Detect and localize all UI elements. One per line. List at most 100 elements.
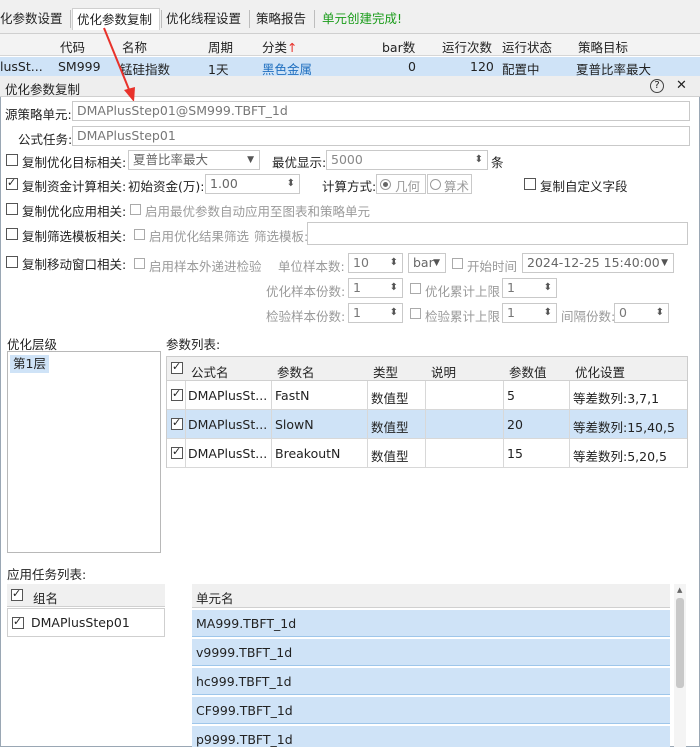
- opt-cum-checkbox[interactable]: [410, 283, 421, 294]
- apply-label: 复制优化应用相关:: [22, 204, 127, 219]
- annotation-arrow-icon: [103, 27, 135, 102]
- start-time-checkbox[interactable]: [452, 258, 463, 269]
- moving-window-label: 复制移动窗口相关:: [22, 257, 127, 272]
- table-row[interactable]: DMAPlusSt... SlowN 数值型 20 等差数列:15,40,5: [167, 410, 687, 439]
- enable-filter-label: 启用优化结果筛选: [149, 229, 250, 244]
- col-run-status[interactable]: 运行状态: [502, 37, 552, 56]
- params-grid: 公式名 参数名 类型 说明 参数值 优化设置 DMAPlusSt... Fast…: [166, 356, 688, 468]
- col-param-name[interactable]: 参数名: [277, 362, 315, 381]
- best-display-spinner[interactable]: 5000 ⬍: [326, 150, 488, 170]
- filter-checkbox[interactable]: [6, 228, 18, 243]
- col-unit-name[interactable]: 单元名: [196, 588, 234, 607]
- formula-task-field[interactable]: DMAPlusStep01: [72, 126, 690, 146]
- filter-label: 复制筛选模板相关:: [22, 229, 127, 244]
- col-run-count[interactable]: 运行次数: [442, 37, 492, 56]
- moving-window-checkbox[interactable]: [6, 256, 18, 271]
- col-value[interactable]: 参数值: [509, 362, 547, 381]
- levels-list: 第1层: [7, 351, 161, 553]
- cell-run-count: 120: [470, 59, 494, 74]
- opt-target-checkbox[interactable]: [6, 154, 18, 169]
- dialog-title: 优化参数复制: [5, 82, 81, 97]
- formula-task-label: 公式任务:: [18, 132, 73, 147]
- list-item[interactable]: CF999.TBFT_1d: [192, 697, 670, 724]
- method-arith-option[interactable]: 算术: [427, 174, 472, 194]
- start-time-label: 开始时间: [467, 259, 518, 274]
- col-category[interactable]: 分类↑: [262, 37, 298, 56]
- cell-unit: lusSt...: [0, 59, 43, 74]
- funds-checkbox[interactable]: [6, 176, 18, 193]
- unit-sample-spinner[interactable]: 10 ⬍: [348, 253, 403, 273]
- interval-label: 间隔份数:: [561, 309, 616, 324]
- best-display-label: 最优显示:: [272, 155, 327, 170]
- test-cum-checkbox[interactable]: [410, 308, 421, 319]
- opt-target-label: 复制优化目标相关:: [22, 155, 127, 170]
- tab-divider: [249, 10, 250, 28]
- col-group-name[interactable]: 组名: [33, 588, 58, 607]
- enable-filter-checkbox[interactable]: [134, 229, 145, 240]
- scrollbar-thumb[interactable]: [676, 598, 684, 688]
- opt-sample-label: 优化样本份数:: [266, 284, 346, 299]
- unit-list-scrollbar[interactable]: ▲: [674, 584, 686, 747]
- opt-sample-spinner[interactable]: 1 ⬍: [348, 278, 403, 298]
- tab-divider: [161, 10, 162, 28]
- sample-out-checkbox[interactable]: [134, 258, 145, 269]
- source-unit-field[interactable]: DMAPlusStep01@SM999.TBFT_1d: [72, 101, 690, 121]
- filter-template-label: 筛选模板:: [254, 229, 309, 244]
- list-item[interactable]: p9999.TBFT_1d: [192, 726, 670, 747]
- apply-tasks-label: 应用任务列表:: [7, 567, 87, 582]
- list-item[interactable]: MA999.TBFT_1d: [192, 610, 670, 637]
- auto-apply-label: 启用最优参数自动应用至图表和策略单元: [145, 204, 371, 219]
- source-unit-label: 源策略单元:: [5, 107, 72, 122]
- initial-funds-label: 初始资金(万):: [128, 179, 205, 194]
- tab-thread-settings[interactable]: 优化线程设置: [166, 8, 241, 30]
- col-period[interactable]: 周期: [208, 37, 233, 56]
- opt-target-dropdown[interactable]: 夏普比率最大 ▼: [128, 150, 260, 170]
- group-select-all-checkbox[interactable]: [11, 587, 23, 601]
- opt-cum-label: 优化累计上限: [425, 284, 501, 299]
- tab-divider: [314, 10, 315, 28]
- tab-param-settings[interactable]: 化参数设置: [0, 8, 63, 30]
- cell-bar-count: 0: [408, 59, 416, 74]
- list-item[interactable]: 第1层: [10, 355, 49, 373]
- cell-code: SM999: [58, 59, 101, 74]
- table-row[interactable]: DMAPlusSt... FastN 数值型 5 等差数列:3,7,1: [167, 381, 687, 410]
- filter-template-field[interactable]: [307, 222, 688, 245]
- table-row[interactable]: DMAPlusSt... BreakoutN 数值型 15 等差数列:5,20,…: [167, 439, 687, 468]
- list-item[interactable]: v9999.TBFT_1d: [192, 639, 670, 666]
- sort-arrow-icon: ↑: [287, 40, 298, 55]
- initial-funds-spinner[interactable]: 1.00 ⬍: [205, 174, 300, 194]
- auto-apply-checkbox[interactable]: [130, 204, 141, 215]
- start-time-picker[interactable]: 2024-12-25 15:40:00 ▼: [522, 253, 674, 273]
- custom-field-label: 复制自定义字段: [540, 179, 628, 194]
- apply-checkbox[interactable]: [6, 203, 18, 218]
- interval-spinner[interactable]: 0 ⬍: [614, 303, 669, 323]
- col-bar-count[interactable]: bar数: [382, 37, 415, 56]
- list-item[interactable]: DMAPlusStep01: [7, 608, 165, 637]
- scroll-up-icon[interactable]: ▲: [677, 586, 682, 594]
- select-all-checkbox[interactable]: [171, 360, 183, 374]
- best-display-unit: 条: [491, 155, 504, 170]
- col-target[interactable]: 策略目标: [578, 37, 628, 56]
- col-opt-setting[interactable]: 优化设置: [575, 362, 625, 381]
- params-grid-header: 公式名 参数名 类型 说明 参数值 优化设置: [167, 357, 687, 381]
- col-formula[interactable]: 公式名: [191, 362, 229, 381]
- tab-strategy-report[interactable]: 策略报告: [256, 8, 306, 30]
- calc-method-label: 计算方式:: [322, 179, 377, 194]
- col-code[interactable]: 代码: [60, 37, 85, 56]
- col-desc[interactable]: 说明: [431, 362, 456, 381]
- custom-field-checkbox[interactable]: [524, 178, 536, 193]
- opt-cum-spinner[interactable]: 1 ⬍: [502, 278, 557, 298]
- test-sample-spinner[interactable]: 1 ⬍: [348, 303, 403, 323]
- test-cum-label: 检验累计上限: [425, 309, 501, 324]
- close-icon[interactable]: ✕: [676, 78, 687, 93]
- col-type[interactable]: 类型: [373, 362, 398, 381]
- list-item[interactable]: hc999.TBFT_1d: [192, 668, 670, 695]
- sample-out-label: 启用样本外递进检验: [149, 259, 262, 274]
- unit-list: 单元名 MA999.TBFT_1d v9999.TBFT_1d hc999.TB…: [192, 584, 670, 747]
- unit-sample-label: 单位样本数:: [278, 259, 345, 274]
- help-icon[interactable]: ?: [650, 79, 664, 93]
- test-cum-spinner[interactable]: 1 ⬍: [502, 303, 557, 323]
- method-geo-option[interactable]: 几何: [376, 174, 426, 194]
- unit-sample-unit-dropdown[interactable]: bar ▼: [408, 253, 446, 273]
- group-list: 组名 DMAPlusStep01: [7, 584, 165, 638]
